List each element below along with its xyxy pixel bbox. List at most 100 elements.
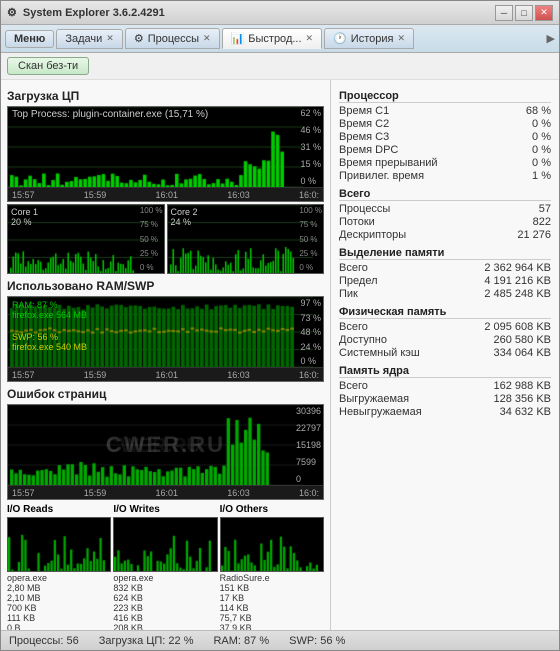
left-panel: Загрузка ЦП Top Process: plugin-containe… [1, 80, 331, 630]
processor-section-title: Процессор [339, 90, 551, 103]
io-others-canvas [221, 518, 319, 572]
row-value: 822 [533, 216, 551, 228]
processor-rows: Время C168 %Время C20 %Время C30 %Время … [339, 105, 551, 182]
performance-icon: 📊 [231, 32, 245, 45]
kernel-mem-rows: Всего162 988 KBВыгружаемая 128 356 KB Невы… [339, 380, 551, 418]
right-row: Всего2 095 608 KB [339, 321, 551, 333]
io-writes-values: opera.exe 832 KB 624 KB 223 KB 416 KB 20… [113, 573, 217, 630]
scan-button[interactable]: Скан без-ти [7, 57, 89, 75]
row-value: 1 % [532, 170, 551, 182]
row-label: Выгружаемая [339, 393, 409, 405]
main-content: Загрузка ЦП Top Process: plugin-containe… [1, 80, 559, 630]
row-label: Пик [339, 288, 358, 300]
tab-history-close[interactable]: ✕ [397, 33, 405, 44]
tab-performance-close[interactable]: ✕ [306, 33, 314, 44]
main-window: ⚙ System Explorer 3.6.2.4291 ─ □ ✕ Меню … [0, 0, 560, 651]
tab-history[interactable]: 🕐 История ✕ [324, 28, 414, 49]
ram-section-title: Использовано RAM/SWP [7, 279, 324, 293]
processes-icon: ⚙ [134, 32, 144, 45]
ram-percent-labels: 97 % 73 % 48 % 24 % 0 % [300, 297, 321, 367]
row-label: Системный кэш [339, 347, 420, 359]
right-row: Пик 2 485 248 KB [339, 288, 551, 300]
row-label: Невыгружаемая [339, 406, 422, 418]
menu-button[interactable]: Меню [5, 30, 54, 48]
io-others-col: I/O Others RadioSure.e 151 KB 17 KB 114 … [220, 504, 324, 630]
row-label: Всего [339, 380, 368, 392]
io-writes-col: I/O Writes opera.exe 832 KB 624 KB 223 K… [113, 504, 217, 630]
right-row: Время C20 % [339, 118, 551, 130]
mem-alloc-section-title: Выделение памяти [339, 247, 551, 260]
row-value: 21 276 [517, 229, 551, 241]
right-row: Время прерываний0 % [339, 157, 551, 169]
phys-mem-section-title: Физическая память [339, 306, 551, 319]
row-value: 128 356 KB [494, 393, 552, 405]
tab-processes[interactable]: ⚙ Процессы ✕ [125, 28, 220, 49]
toolbar: Скан без-ти [1, 53, 559, 80]
status-ram: RAM: 87 % [213, 635, 269, 647]
cwer-watermark: CWER.RU [106, 432, 225, 458]
status-bar: Процессы: 56 Загрузка ЦП: 22 % RAM: 87 %… [1, 630, 559, 650]
row-value: 260 580 KB [494, 334, 552, 346]
pages-x-labels: 15:57 15:59 16:01 16:03 16:0: [8, 485, 323, 499]
title-bar-controls: ─ □ ✕ [495, 5, 553, 21]
ram-chart: RAM: 87 % firefox.exe 564 MB SWP: 56 % f… [8, 297, 323, 367]
row-label: Предел [339, 275, 378, 287]
right-row: Всего162 988 KB [339, 380, 551, 392]
row-value: 0 % [532, 118, 551, 130]
right-row: Привилег. время1 % [339, 170, 551, 182]
tab-tasks-label: Задачи [65, 33, 102, 45]
ram-process: firefox.exe 564 MB [12, 310, 87, 320]
right-row: Доступно260 580 KB [339, 334, 551, 346]
cpu-x-labels: 15:57 15:59 16:01 16:03 16:0: [8, 187, 323, 201]
row-label: Время C3 [339, 131, 389, 143]
io-writes-canvas [114, 518, 212, 572]
close-button[interactable]: ✕ [535, 5, 553, 21]
right-panel: Процессор Время C1 68 %Время C20 %Время C… [331, 80, 559, 630]
core2-label: Core 2 24 % [171, 207, 198, 227]
core1-label: Core 1 20 % [11, 207, 38, 227]
right-row: Потоки822 [339, 216, 551, 228]
row-value: 57 [539, 203, 551, 215]
row-value: 0 % [532, 144, 551, 156]
row-value: 334 064 KB [494, 347, 552, 359]
row-value: 2 095 608 KB [484, 321, 551, 333]
io-others-chart [220, 517, 324, 572]
tab-processes-close[interactable]: ✕ [203, 33, 211, 44]
row-label: Время C1 [339, 105, 389, 117]
right-row: Системный кэш 334 064 KB [339, 347, 551, 359]
title-bar: ⚙ System Explorer 3.6.2.4291 ─ □ ✕ [1, 1, 559, 25]
tab-performance[interactable]: 📊 Быстрод... ✕ [222, 28, 323, 49]
swp-percent: SWP: 56 % [12, 332, 58, 342]
io-charts-row: I/O Reads opera.exe 2,80 MB 2,10 MB 700 … [7, 504, 324, 630]
core1-chart: Core 1 20 % 100 % 75 % 50 % 25 % 0 % [7, 204, 165, 274]
kernel-mem-section-title: Память ядра [339, 365, 551, 378]
row-value: 2 485 248 KB [484, 288, 551, 300]
maximize-button[interactable]: □ [515, 5, 533, 21]
nav-arrow[interactable]: ▶ [547, 32, 555, 45]
swp-process: firefox.exe 540 MB [12, 342, 87, 352]
io-reads-col: I/O Reads opera.exe 2,80 MB 2,10 MB 700 … [7, 504, 111, 630]
row-value: 68 % [526, 105, 551, 117]
row-label: Всего [339, 262, 368, 274]
minimize-button[interactable]: ─ [495, 5, 513, 21]
ram-percent: RAM: 87 % [12, 300, 58, 310]
pages-chart: CWER.RU 30396 22797 15198 7599 0 [8, 405, 323, 485]
mem-alloc-rows: Всего2 362 964 KBПредел4 191 216 KBПик2 … [339, 262, 551, 300]
io-reads-chart [7, 517, 111, 572]
cpu-section-title: Загрузка ЦП [7, 89, 324, 103]
io-writes-title: I/O Writes [113, 504, 217, 515]
right-row: Время C30 % [339, 131, 551, 143]
all-section-title: Всего [339, 188, 551, 201]
right-row: Выгружаемая 128 356 KB [339, 393, 551, 405]
row-value: 4 191 216 KB [484, 275, 551, 287]
tab-tasks-close[interactable]: ✕ [106, 33, 114, 44]
status-swp: SWP: 56 % [289, 635, 345, 647]
row-value: 34 632 KB [500, 406, 551, 418]
tab-processes-label: Процессы [148, 33, 199, 45]
status-cpu: Загрузка ЦП: 22 % [99, 635, 194, 647]
tab-tasks[interactable]: Задачи ✕ [56, 29, 122, 49]
ram-label: RAM: 87 % firefox.exe 564 MB [12, 300, 87, 320]
io-reads-canvas [8, 518, 106, 572]
cpu-top-process: Top Process: plugin-container.exe (15,71… [12, 109, 208, 120]
tab-performance-label: Быстрод... [248, 33, 301, 45]
